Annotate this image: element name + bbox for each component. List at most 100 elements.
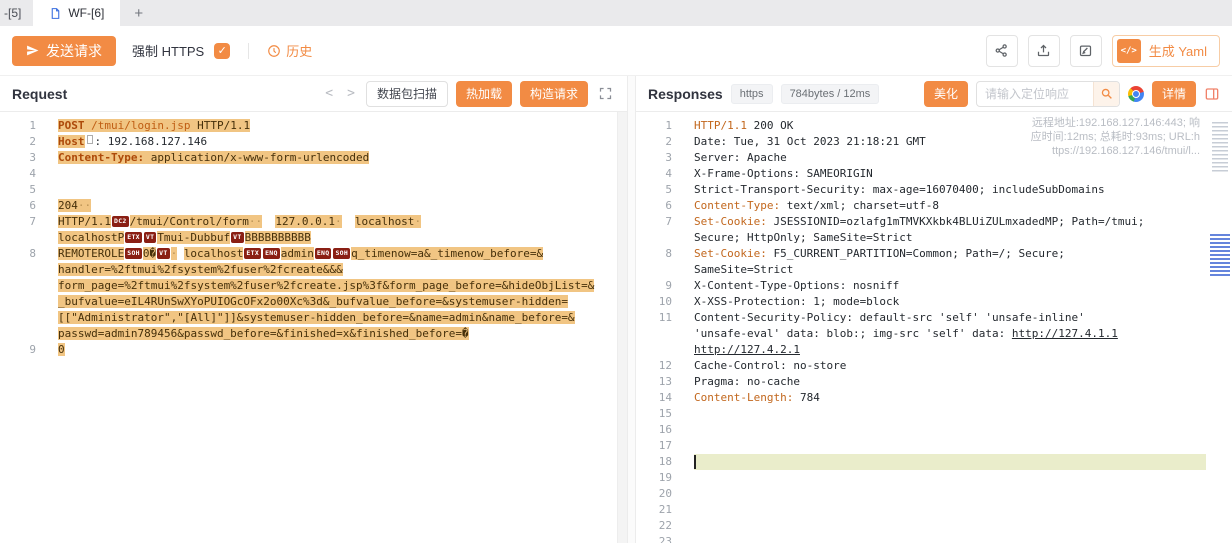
control-char-chip: SOH bbox=[333, 248, 350, 259]
code-line[interactable]: 14Content-Length: 784 bbox=[636, 390, 1206, 406]
code-line[interactable]: 8REMOTEROLESOH0�VT· localhostETXENQadmin… bbox=[0, 246, 619, 342]
line-content[interactable] bbox=[58, 166, 619, 182]
search-button[interactable] bbox=[1093, 81, 1119, 107]
construct-request-button[interactable]: 构造请求 bbox=[520, 81, 588, 107]
line-content[interactable] bbox=[694, 438, 1206, 454]
line-content[interactable] bbox=[694, 534, 1206, 543]
line-content[interactable] bbox=[694, 518, 1206, 534]
request-scrollbar[interactable] bbox=[617, 112, 627, 543]
layout-panel-icon[interactable] bbox=[1204, 86, 1220, 102]
next-request-button[interactable]: > bbox=[344, 86, 358, 101]
line-content[interactable] bbox=[694, 422, 1206, 438]
share-button[interactable] bbox=[986, 35, 1018, 67]
tab-wf6[interactable]: WF-[6] bbox=[33, 0, 120, 26]
minimap[interactable] bbox=[1208, 112, 1232, 543]
tab-wf5-partial[interactable]: -[5] bbox=[0, 0, 33, 26]
size-time-badge: 784bytes / 12ms bbox=[781, 84, 880, 104]
line-content[interactable]: 0 bbox=[58, 342, 619, 358]
code-line[interactable]: 9X-Content-Type-Options: nosniff bbox=[636, 278, 1206, 294]
line-content[interactable]: Content-Type: text/xml; charset=utf-8 bbox=[694, 198, 1206, 214]
code-line[interactable]: 6204·· bbox=[0, 198, 619, 214]
detail-button[interactable]: 详情 bbox=[1152, 81, 1196, 107]
panel-splitter[interactable] bbox=[628, 76, 636, 543]
code-line[interactable]: 11Content-Security-Policy: default-src '… bbox=[636, 310, 1206, 358]
line-content[interactable]: X-XSS-Protection: 1; mode=block bbox=[694, 294, 1206, 310]
code-line[interactable]: 7HTTP/1.1DC2/tmui/Control/form·· 127.0.0… bbox=[0, 214, 619, 246]
line-content[interactable]: HTTP/1.1DC2/tmui/Control/form·· 127.0.0.… bbox=[58, 214, 619, 246]
line-content[interactable]: Pragma: no-cache bbox=[694, 374, 1206, 390]
code-line[interactable]: 4 bbox=[0, 166, 619, 182]
line-content[interactable]: POST /tmui/login.jsp HTTP/1.1 bbox=[58, 118, 619, 134]
line-content[interactable]: HTTP/1.1 200 OK bbox=[694, 118, 1206, 134]
line-content[interactable] bbox=[694, 454, 1206, 470]
add-tab-button[interactable]: + bbox=[120, 0, 157, 26]
line-content[interactable]: REMOTEROLESOH0�VT· localhostETXENQadminE… bbox=[58, 246, 619, 342]
control-char-chip: SOH bbox=[125, 248, 142, 259]
line-number: 2 bbox=[0, 134, 36, 150]
code-line[interactable]: 12Cache-Control: no-store bbox=[636, 358, 1206, 374]
code-line[interactable]: 4X-Frame-Options: SAMEORIGIN bbox=[636, 166, 1206, 182]
control-char-chip: ETX bbox=[244, 248, 261, 259]
request-editor[interactable]: 1POST /tmui/login.jsp HTTP/1.12 Host: 192… bbox=[0, 112, 627, 543]
line-content[interactable] bbox=[694, 486, 1206, 502]
edit-button[interactable] bbox=[1070, 35, 1102, 67]
force-https-checkbox[interactable]: ✓ bbox=[214, 43, 230, 59]
line-content[interactable]: Strict-Transport-Security: max-age=16070… bbox=[694, 182, 1206, 198]
code-line[interactable]: 3Server: Apache bbox=[636, 150, 1206, 166]
code-line[interactable]: 2Date: Tue, 31 Oct 2023 21:18:21 GMT bbox=[636, 134, 1206, 150]
special-char-box bbox=[87, 135, 93, 144]
code-line[interactable]: 22 bbox=[636, 518, 1206, 534]
response-search-input[interactable] bbox=[977, 87, 1093, 101]
fullscreen-icon[interactable] bbox=[596, 86, 615, 101]
response-panel: Responses https 784bytes / 12ms 美化 详 bbox=[636, 76, 1232, 543]
line-content[interactable]: Date: Tue, 31 Oct 2023 21:18:21 GMT bbox=[694, 134, 1206, 150]
export-button[interactable] bbox=[1028, 35, 1060, 67]
line-content[interactable]: X-Content-Type-Options: nosniff bbox=[694, 278, 1206, 294]
code-line[interactable]: 20 bbox=[636, 486, 1206, 502]
code-line[interactable]: 16 bbox=[636, 422, 1206, 438]
line-content[interactable]: Server: Apache bbox=[694, 150, 1206, 166]
beautify-button[interactable]: 美化 bbox=[924, 81, 968, 107]
code-line[interactable]: 23 bbox=[636, 534, 1206, 543]
code-line[interactable]: 6Content-Type: text/xml; charset=utf-8 bbox=[636, 198, 1206, 214]
line-content[interactable]: Content-Type: application/x-www-form-url… bbox=[58, 150, 619, 166]
generate-yaml-button[interactable]: </> 生成 Yaml bbox=[1112, 35, 1220, 67]
line-content[interactable]: Content-Length: 784 bbox=[694, 390, 1206, 406]
prev-request-button[interactable]: < bbox=[322, 86, 336, 101]
line-content[interactable]: Set-Cookie: JSESSIONID=ozlafg1mTMVKXkbk4… bbox=[694, 214, 1206, 246]
line-content[interactable]: X-Frame-Options: SAMEORIGIN bbox=[694, 166, 1206, 182]
code-line[interactable]: 5Strict-Transport-Security: max-age=1607… bbox=[636, 182, 1206, 198]
line-content[interactable] bbox=[58, 182, 619, 198]
code-line[interactable]: 21 bbox=[636, 502, 1206, 518]
line-content[interactable] bbox=[694, 470, 1206, 486]
hot-reload-button[interactable]: 热加载 bbox=[456, 81, 512, 107]
code-line[interactable]: 3Content-Type: application/x-www-form-ur… bbox=[0, 150, 619, 166]
code-line[interactable]: 15 bbox=[636, 406, 1206, 422]
line-content[interactable]: 204·· bbox=[58, 198, 619, 214]
history-button[interactable]: 历史 bbox=[267, 41, 312, 60]
line-content[interactable]: Cache-Control: no-store bbox=[694, 358, 1206, 374]
line-number: 8 bbox=[0, 246, 36, 342]
line-content[interactable]: Set-Cookie: F5_CURRENT_PARTITION=Common;… bbox=[694, 246, 1206, 278]
code-line[interactable]: 1POST /tmui/login.jsp HTTP/1.1 bbox=[0, 118, 619, 134]
line-content[interactable]: Host: 192.168.127.146 bbox=[58, 134, 619, 150]
code-line[interactable]: 17 bbox=[636, 438, 1206, 454]
packet-scan-button[interactable]: 数据包扫描 bbox=[366, 81, 448, 107]
code-line[interactable]: 13Pragma: no-cache bbox=[636, 374, 1206, 390]
code-line[interactable]: 90 bbox=[0, 342, 619, 358]
line-content[interactable]: Content-Security-Policy: default-src 'se… bbox=[694, 310, 1206, 358]
tab-label: -[5] bbox=[4, 6, 21, 20]
response-editor[interactable]: 1HTTP/1.1 200 OK2Date: Tue, 31 Oct 2023 … bbox=[636, 112, 1232, 543]
code-line[interactable]: 2 Host: 192.168.127.146 bbox=[0, 134, 619, 150]
code-line[interactable]: 7Set-Cookie: JSESSIONID=ozlafg1mTMVKXkbk… bbox=[636, 214, 1206, 246]
open-in-browser-button[interactable] bbox=[1128, 86, 1144, 102]
code-line[interactable]: 1HTTP/1.1 200 OK bbox=[636, 118, 1206, 134]
send-request-button[interactable]: 发送请求 bbox=[12, 36, 116, 66]
code-line[interactable]: 19 bbox=[636, 470, 1206, 486]
line-content[interactable] bbox=[694, 406, 1206, 422]
code-line[interactable]: 5 bbox=[0, 182, 619, 198]
code-line[interactable]: 8Set-Cookie: F5_CURRENT_PARTITION=Common… bbox=[636, 246, 1206, 278]
line-content[interactable] bbox=[694, 502, 1206, 518]
code-line[interactable]: 18 bbox=[636, 454, 1206, 470]
code-line[interactable]: 10X-XSS-Protection: 1; mode=block bbox=[636, 294, 1206, 310]
